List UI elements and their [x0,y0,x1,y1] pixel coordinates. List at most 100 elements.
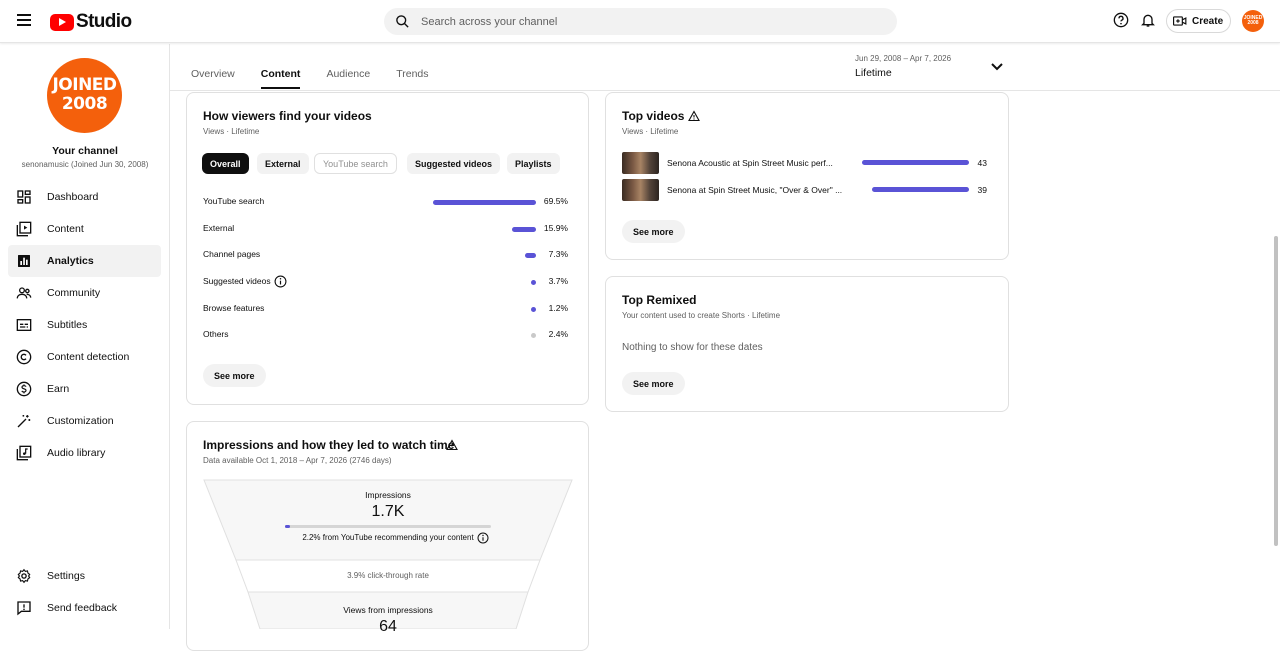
video-views: 39 [977,185,987,195]
create-button[interactable]: Create [1166,9,1231,33]
date-range-picker[interactable]: Jun 29, 2008 – Apr 7, 2026 Lifetime [855,54,951,79]
sidebar-item-content-detection[interactable]: Content detection [8,341,161,373]
source-value: 2.4% [548,329,568,339]
divider [170,90,1280,91]
tab-overview[interactable]: Overview [191,68,235,80]
tab-trends[interactable]: Trends [396,68,428,80]
source-value: 69.5% [543,196,568,206]
top-video-row[interactable]: Senona at Spin Street Music, "Over & Ove… [622,179,987,201]
source-bar [531,333,536,338]
traffic-source-row: Others 2.4% [203,329,568,343]
date-range-label: Lifetime [855,67,892,79]
chevron-down-icon[interactable] [990,62,1004,72]
top-remixed-card: Top Remixed Your content used to create … [605,276,1009,412]
impressions-funnel: Impressions 1.7K 2.2% from YouTube recom… [203,479,573,635]
analytics-tabs: Overview Content Audience Trends [191,68,455,89]
create-video-icon [1173,16,1187,26]
sidebar-item-label: Content detection [47,351,130,363]
video-views-bar [871,187,969,192]
sidebar-item-label: Dashboard [47,191,99,203]
subtitles-icon [16,319,32,331]
chip-youtube-search[interactable]: YouTube search [314,153,397,174]
avatar-line2: 2008 [61,94,108,114]
chip-external[interactable]: External [257,153,309,174]
warning-icon[interactable] [446,439,458,451]
sidebar-item-label: Customization [47,415,114,427]
sidebar-item-analytics[interactable]: Analytics [8,245,161,277]
tab-content[interactable]: Content [260,68,300,89]
sidebar-item-customization[interactable]: Customization [8,405,161,437]
chip-suggested-videos[interactable]: Suggested videos [407,153,501,174]
audio-library-icon [16,445,32,461]
sidebar-item-audio-library[interactable]: Audio library [8,437,161,469]
source-label: Suggested videos [203,276,271,286]
recommend-fill [285,525,290,528]
source-label: YouTube search [203,196,265,206]
see-more-button[interactable]: See more [622,372,685,395]
card-subtitle: Your content used to create Shorts · Lif… [622,311,781,320]
top-videos-card: Top videos Views · Lifetime Senona Acous… [605,92,1009,260]
impressions-card: Impressions and how they led to watch ti… [186,421,589,651]
date-range-text: Jun 29, 2008 – Apr 7, 2026 [855,54,952,63]
traffic-source-row: Suggested videos 3.7% [203,275,568,290]
youtube-logo-icon [50,13,74,31]
copyright-icon [16,349,32,365]
impressions-value: 1.7K [371,503,405,520]
traffic-source-row: External 15.9% [203,223,568,237]
source-bar [530,280,536,285]
video-views-bar [862,160,969,165]
help-icon[interactable] [1113,12,1129,28]
menu-icon[interactable] [17,14,31,26]
sidebar-item-earn[interactable]: Earn [8,373,161,405]
tab-audience[interactable]: Audience [326,68,370,80]
gear-icon [17,568,31,584]
top-video-row[interactable]: Senona Acoustic at Spin Street Music per… [622,152,987,174]
sidebar: JOINED 2008 Your channel senonamusic (Jo… [0,44,170,629]
sidebar-item-subtitles[interactable]: Subtitles [8,309,161,341]
info-icon[interactable] [477,532,489,544]
chip-playlists[interactable]: Playlists [507,153,560,174]
logo-text: Studio [76,11,132,32]
studio-logo[interactable]: Studio [50,11,132,33]
video-title[interactable]: Senona Acoustic at Spin Street Music per… [667,158,833,168]
card-subtitle: Views · Lifetime [622,127,679,136]
card-subtitle: Views · Lifetime [203,127,260,136]
info-icon[interactable] [274,275,287,288]
video-thumbnail[interactable] [622,152,659,174]
card-subtitle: Data available Oct 1, 2018 – Apr 7, 2026… [203,456,392,465]
sidebar-item-dashboard[interactable]: Dashboard [8,181,161,213]
search-bar[interactable] [384,8,897,35]
views-label: Views from impressions [343,605,433,615]
channel-avatar[interactable]: JOINED 2008 [47,58,122,133]
search-input[interactable] [421,12,881,31]
see-more-button[interactable]: See more [622,220,685,243]
ctr-text: 3.9% click-through rate [347,571,429,580]
notifications-icon[interactable] [1140,12,1156,28]
see-more-button[interactable]: See more [203,364,266,387]
analytics-icon [18,255,30,267]
source-label: External [203,223,235,233]
create-label: Create [1192,15,1224,27]
views-value: 64 [379,618,397,635]
video-title[interactable]: Senona at Spin Street Music, "Over & Ove… [667,185,842,195]
sidebar-item-settings[interactable]: Settings [8,560,161,592]
source-value: 1.2% [548,303,568,313]
sidebar-item-send-feedback[interactable]: Send feedback [8,592,161,624]
warning-icon[interactable] [688,110,700,122]
page-scrollbar[interactable] [1274,236,1278,546]
source-value: 7.3% [548,249,568,259]
card-title: Top Remixed [622,293,697,307]
avatar-line1: JOINED [52,75,117,95]
chip-overall[interactable]: Overall [202,153,249,174]
sidebar-item-label: Earn [47,383,70,395]
sidebar-item-content[interactable]: Content [8,213,161,245]
channel-name: Your channel [52,145,118,157]
source-bar [433,200,536,205]
search-icon [396,15,409,28]
source-bar [512,227,536,232]
traffic-source-row: Channel pages 7.3% [203,249,568,263]
video-thumbnail[interactable] [622,179,659,201]
sidebar-item-community[interactable]: Community [8,277,161,309]
traffic-source-row: Browse features 1.2% [203,303,568,317]
account-avatar[interactable]: JOINED 2008 [1242,10,1264,32]
